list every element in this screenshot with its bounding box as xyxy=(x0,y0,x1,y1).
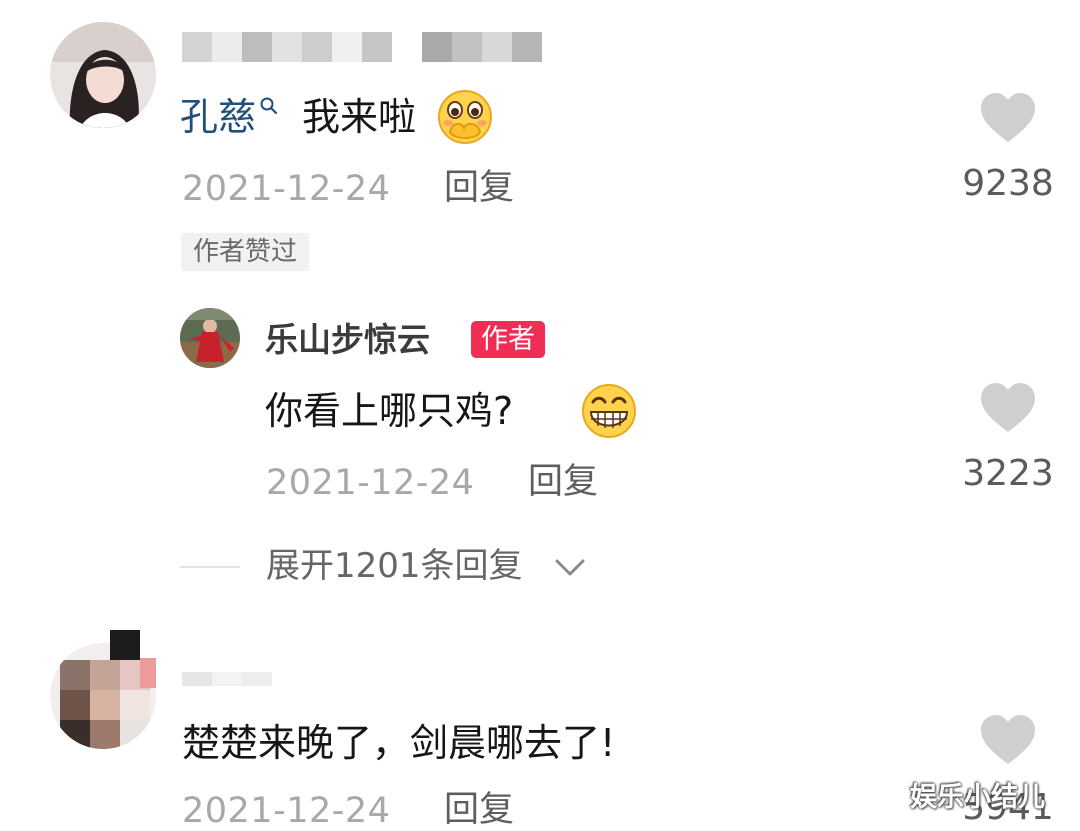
chevron-down-icon[interactable] xyxy=(553,555,587,579)
author-name[interactable]: 乐山步惊云 xyxy=(265,323,430,356)
search-icon[interactable] xyxy=(259,96,279,116)
heart-icon[interactable] xyxy=(979,92,1037,144)
reply-button[interactable]: 回复 xyxy=(528,465,598,500)
comment-date: 2021-12-24 xyxy=(182,791,391,831)
username-mosaic xyxy=(182,672,272,686)
avatar[interactable] xyxy=(50,630,156,750)
expand-replies-button[interactable]: 展开1201条回复 xyxy=(266,549,523,583)
author-tag: 作者 xyxy=(471,321,545,358)
like-count: 3223 xyxy=(962,453,1054,494)
watermark: 娱乐小结儿 xyxy=(910,782,1045,813)
comment-text: 我来啦 xyxy=(302,95,417,139)
author-liked-badge: 作者赞过 xyxy=(181,233,310,271)
avatar[interactable] xyxy=(50,22,156,128)
grin-face-emoji xyxy=(582,384,636,438)
author-avatar[interactable] xyxy=(180,308,240,368)
username-mosaic xyxy=(182,32,542,62)
reply-button[interactable]: 回复 xyxy=(444,793,514,828)
divider xyxy=(180,566,240,568)
comment-text: 楚楚来晚了，剑晨哪去了! xyxy=(182,721,616,765)
like-count: 9238 xyxy=(962,163,1054,204)
heart-icon[interactable] xyxy=(979,382,1037,434)
reply-text: 你看上哪只鸡? xyxy=(265,389,514,433)
reply-button[interactable]: 回复 xyxy=(444,171,514,206)
comment-date: 2021-12-24 xyxy=(182,169,391,209)
mention-link[interactable]: 孔慈 xyxy=(180,98,256,136)
reply-date: 2021-12-24 xyxy=(266,463,475,503)
heart-icon[interactable] xyxy=(979,714,1037,766)
shy-face-emoji xyxy=(438,90,492,144)
